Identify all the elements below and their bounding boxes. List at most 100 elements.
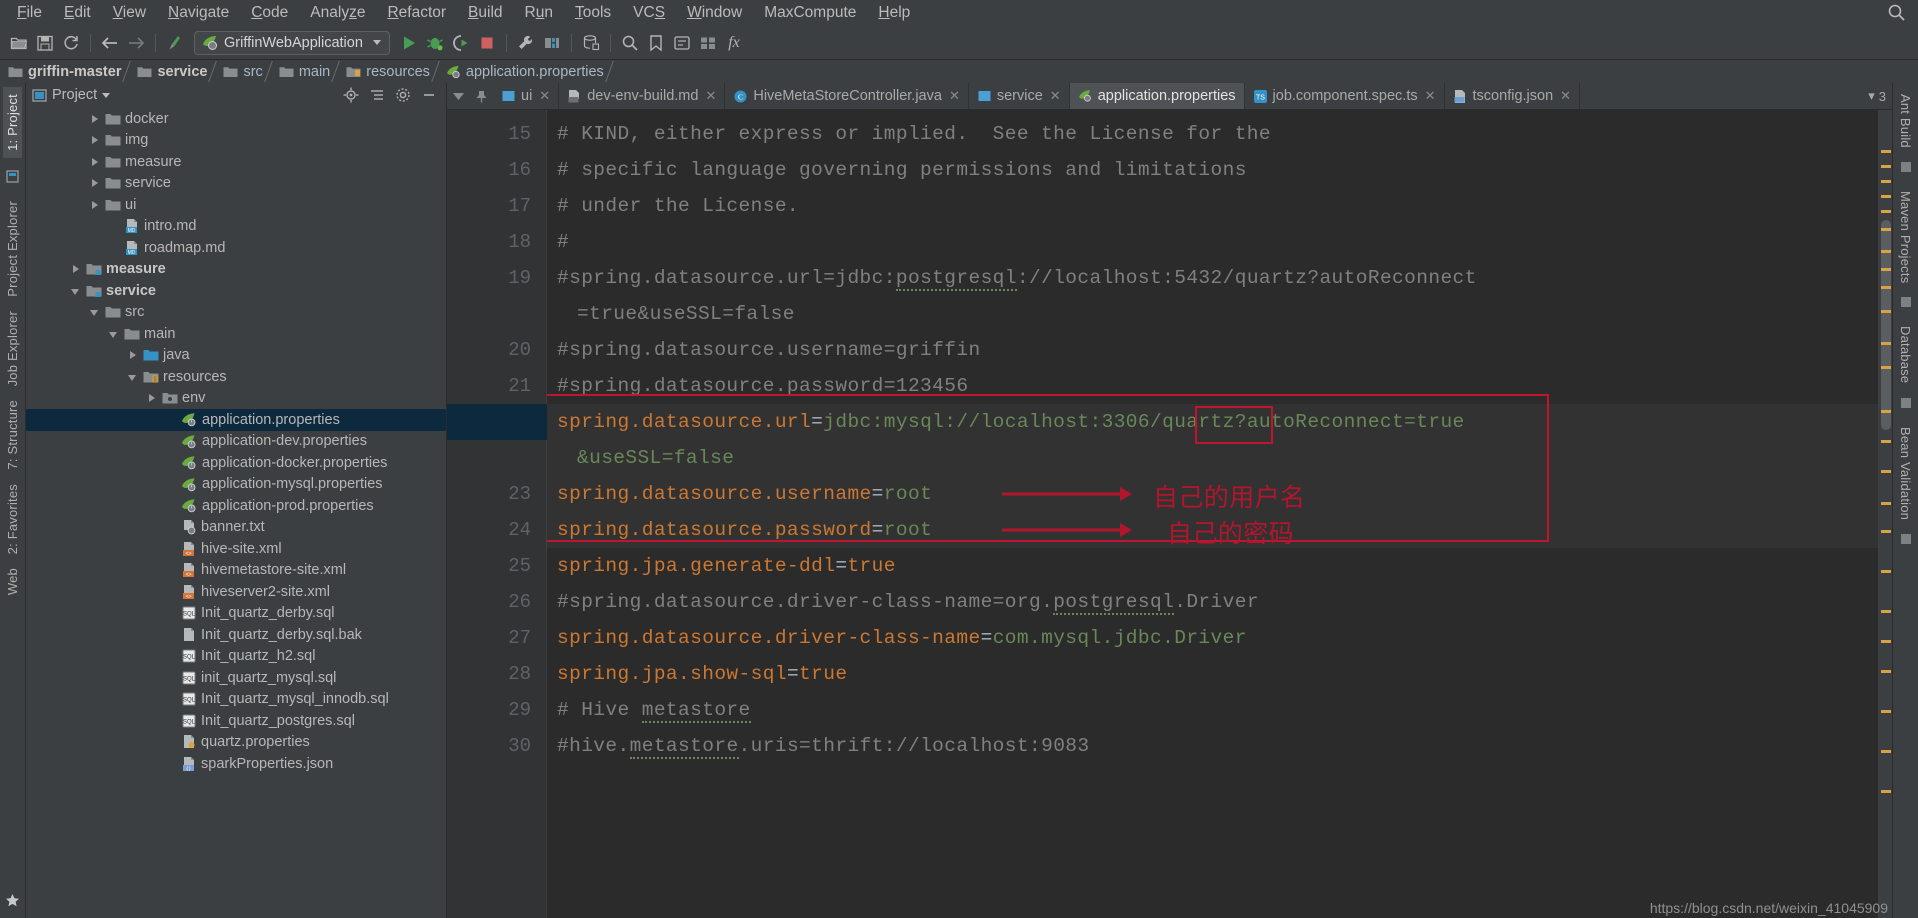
tool-window-tab-project-explorer[interactable]: Project Explorer <box>3 194 22 304</box>
menu-item-refactor[interactable]: Refactor <box>376 2 457 24</box>
breadcrumb-item-griffin-master[interactable]: griffin-master <box>6 60 125 83</box>
menu-item-run[interactable]: Run <box>514 2 564 24</box>
stop-icon[interactable] <box>474 30 500 56</box>
tab-overflow-chevron-icon[interactable]: ▾ <box>1868 88 1875 104</box>
tree-node-init-quartz-mysql-innodb-sql[interactable]: SQL Init_quartz_mysql_innodb.sql <box>26 689 446 711</box>
sort-tabs-icon[interactable] <box>451 89 466 104</box>
close-icon[interactable]: ✕ <box>949 88 960 104</box>
close-icon[interactable]: ✕ <box>705 88 716 104</box>
marker-tick[interactable] <box>1881 750 1891 753</box>
project-tree[interactable]: docker img measure service ui MD intro.md MD roa… <box>26 107 446 918</box>
locate-icon[interactable] <box>343 87 359 103</box>
tree-node-java[interactable]: java <box>26 345 446 367</box>
code-line-30[interactable]: #hive.metastore.uris=thrift://localhost:… <box>547 728 1878 764</box>
tool-window-tab-maven-projects[interactable]: Maven Projects <box>1896 184 1915 290</box>
marker-tick[interactable] <box>1881 670 1891 673</box>
collapse-all-icon[interactable] <box>369 87 385 103</box>
tree-twist-closed-icon[interactable] <box>89 177 101 189</box>
search-everywhere-icon[interactable] <box>1887 3 1906 22</box>
run-with-coverage-icon[interactable] <box>448 30 474 56</box>
code-line-26[interactable]: #spring.datasource.driver-class-name=org… <box>547 584 1878 620</box>
menu-item-edit[interactable]: Edit <box>53 2 102 24</box>
tree-node-application-docker-properties[interactable]: application-docker.properties <box>26 452 446 474</box>
sync-icon[interactable] <box>58 30 84 56</box>
marker-tick[interactable] <box>1881 310 1891 313</box>
editor-tab-ui[interactable]: ui ✕ <box>493 83 560 109</box>
code-line-15[interactable]: # KIND, either express or implied. See t… <box>547 116 1878 152</box>
editor-tab-hivemetastorecontroller-java[interactable]: C HiveMetaStoreController.java ✕ <box>725 83 969 109</box>
code-line-28[interactable]: spring.jpa.show-sql=true <box>547 656 1878 692</box>
tree-twist-open-icon[interactable] <box>127 371 139 383</box>
marker-tick[interactable] <box>1881 268 1891 271</box>
tree-twist-open-icon[interactable] <box>108 328 120 340</box>
tree-node-init-quartz-mysql-sql[interactable]: SQL init_quartz_mysql.sql <box>26 667 446 689</box>
forward-icon[interactable] <box>123 30 149 56</box>
tree-node-main[interactable]: main <box>26 323 446 345</box>
tree-node-resources[interactable]: resources <box>26 366 446 388</box>
marker-tick[interactable] <box>1881 250 1891 253</box>
tree-twist-closed-icon[interactable] <box>89 134 101 146</box>
tree-node-hive-site-xml[interactable]: <> hive-site.xml <box>26 538 446 560</box>
wrench-icon[interactable] <box>513 30 539 56</box>
marker-tick[interactable] <box>1881 440 1891 443</box>
marker-tick[interactable] <box>1881 502 1891 505</box>
tree-node-img[interactable]: img <box>26 130 446 152</box>
marker-tick[interactable] <box>1881 790 1891 793</box>
marker-tick[interactable] <box>1881 342 1891 345</box>
tree-twist-closed-icon[interactable] <box>89 199 101 211</box>
project-structure-icon[interactable] <box>695 30 721 56</box>
code-line-23[interactable]: spring.datasource.username=root <box>547 476 1878 512</box>
code-line-18[interactable]: # <box>547 224 1878 260</box>
menu-item-help[interactable]: Help <box>867 2 921 24</box>
tree-twist-open-icon[interactable] <box>70 285 82 297</box>
menu-item-view[interactable]: View <box>102 2 157 24</box>
tree-node-service[interactable]: service <box>26 280 446 302</box>
marker-tick[interactable] <box>1881 228 1891 231</box>
menu-item-window[interactable]: Window <box>676 2 753 24</box>
close-icon[interactable]: ✕ <box>1050 88 1061 104</box>
structure-rail-icon[interactable] <box>5 169 20 189</box>
run-icon[interactable] <box>396 30 422 56</box>
tree-node-application-properties[interactable]: application.properties <box>26 409 446 431</box>
breadcrumb-item-service[interactable]: service <box>135 60 211 83</box>
code-line-25[interactable]: spring.jpa.generate-ddl=true <box>547 548 1878 584</box>
tree-node-src[interactable]: src <box>26 302 446 324</box>
tree-node-measure[interactable]: measure <box>26 151 446 173</box>
menu-item-file[interactable]: File <box>6 2 53 24</box>
tree-node-hivemetastore-site-xml[interactable]: <> hivemetastore-site.xml <box>26 560 446 582</box>
tree-twist-closed-icon[interactable] <box>127 349 139 361</box>
tree-node-intro-md[interactable]: MD intro.md <box>26 216 446 238</box>
back-icon[interactable] <box>97 30 123 56</box>
marker-tick[interactable] <box>1881 180 1891 183</box>
close-icon[interactable]: ✕ <box>1425 88 1436 104</box>
chevron-down-icon[interactable] <box>102 92 111 98</box>
tree-node-docker[interactable]: docker <box>26 108 446 130</box>
tool-window-tab-web[interactable]: Web <box>3 561 22 602</box>
menu-item-vcs[interactable]: VCS <box>622 2 676 24</box>
menu-item-maxcompute[interactable]: MaxCompute <box>753 2 867 24</box>
code-line-wrap[interactable]: =true&useSSL=false <box>547 296 1878 332</box>
marker-tick[interactable] <box>1881 195 1891 198</box>
code-line-24[interactable]: spring.datasource.password=root <box>547 512 1878 548</box>
breadcrumb-item-src[interactable]: src <box>221 60 266 83</box>
tree-twist-open-icon[interactable] <box>89 306 101 318</box>
make-project-icon[interactable] <box>162 30 188 56</box>
code-content[interactable]: # KIND, either express or implied. See t… <box>547 110 1878 918</box>
fx-icon[interactable]: fx <box>721 30 747 56</box>
chevron-down-icon[interactable] <box>373 40 381 45</box>
debug-icon[interactable] <box>422 30 448 56</box>
editor-tab-application-properties[interactable]: application.properties <box>1069 83 1245 109</box>
editor-tab-service[interactable]: service ✕ <box>969 83 1070 109</box>
marker-tick[interactable] <box>1881 165 1891 168</box>
tree-node-hiveserver2-site-xml[interactable]: <> hiveserver2-site.xml <box>26 581 446 603</box>
tool-window-tab-2-favorites[interactable]: 2: Favorites <box>3 477 22 561</box>
tree-node-sparkproperties-json[interactable]: { } sparkProperties.json <box>26 753 446 775</box>
tree-node-init-quartz-postgres-sql[interactable]: SQL Init_quartz_postgres.sql <box>26 710 446 732</box>
tab-overflow[interactable]: ▾ 3 <box>1862 83 1892 109</box>
tree-twist-closed-icon[interactable] <box>89 113 101 125</box>
pin-icon[interactable] <box>474 89 489 104</box>
code-line-27[interactable]: spring.datasource.driver-class-name=com.… <box>547 620 1878 656</box>
tree-twist-closed-icon[interactable] <box>146 392 158 404</box>
hide-icon[interactable] <box>421 87 437 103</box>
tree-node-init-quartz-derby-sql-bak[interactable]: Init_quartz_derby.sql.bak <box>26 624 446 646</box>
